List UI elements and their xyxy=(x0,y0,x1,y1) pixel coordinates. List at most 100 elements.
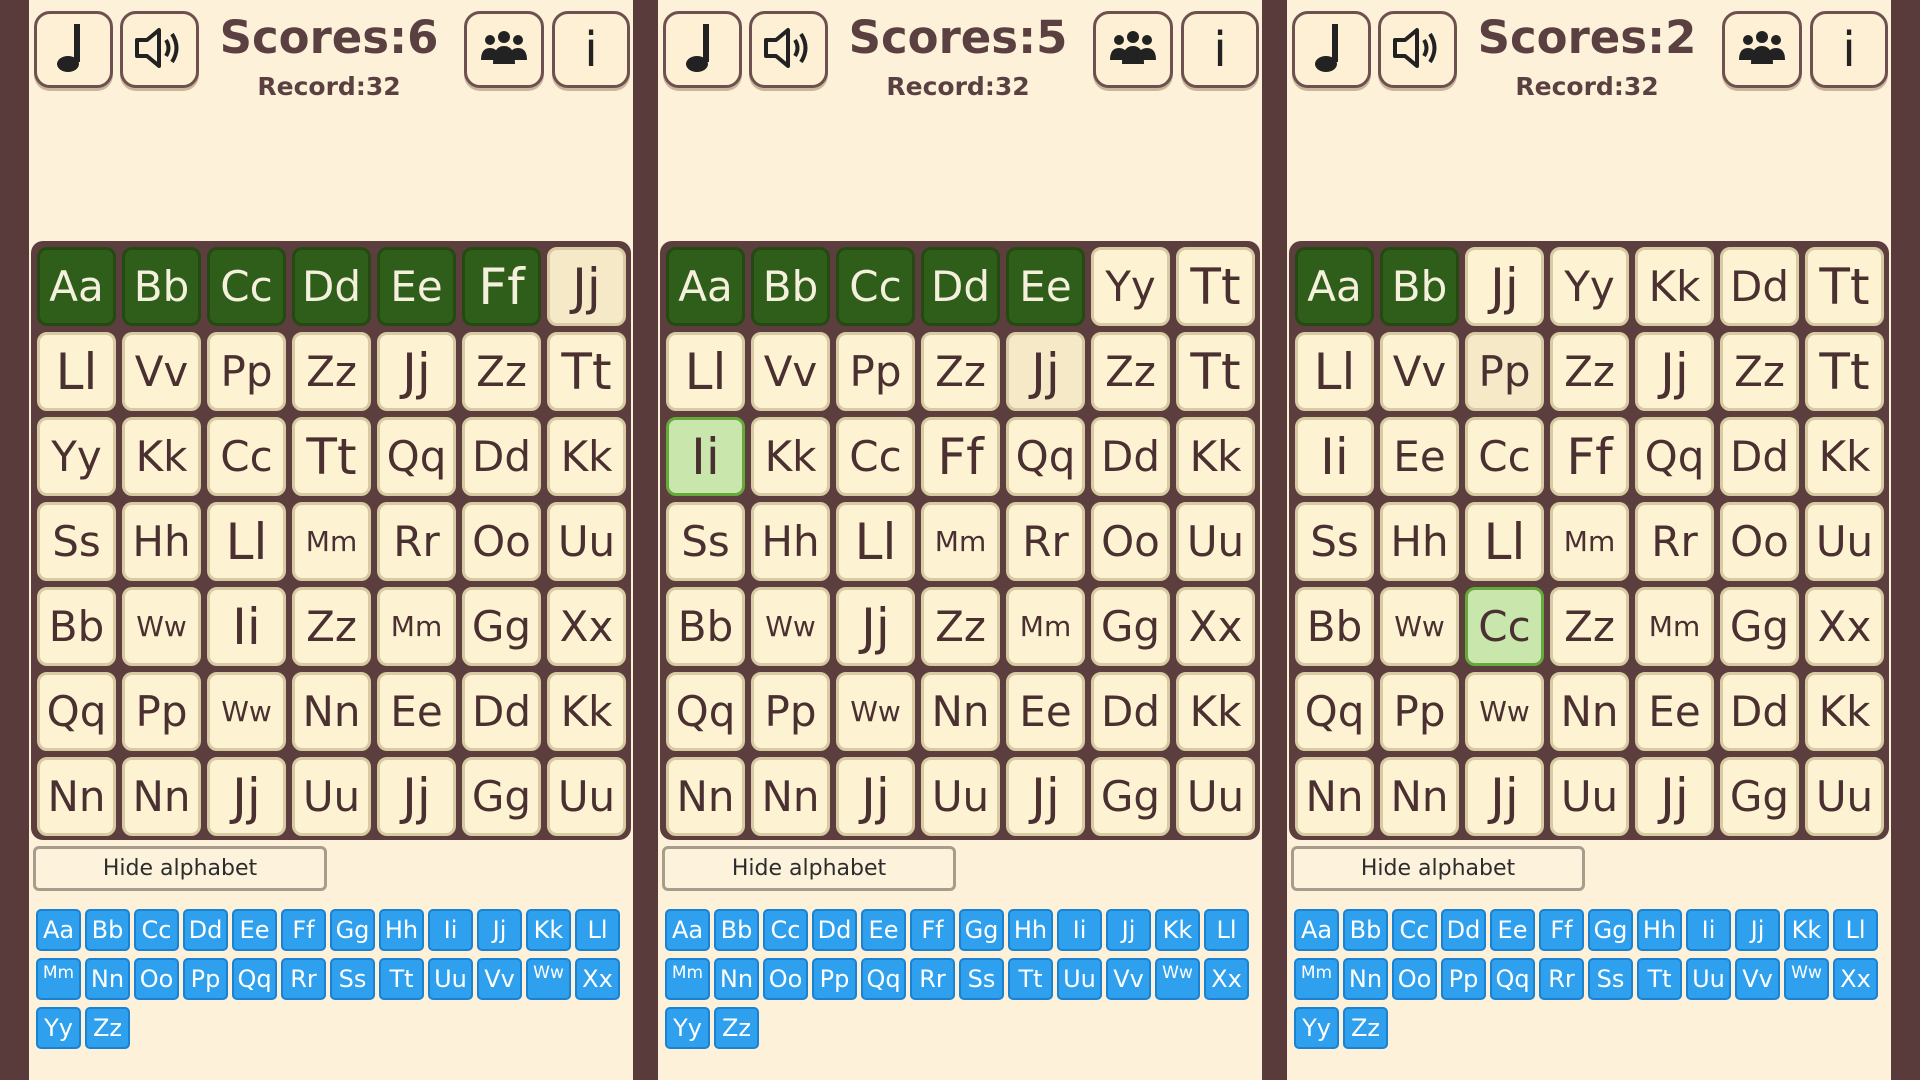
letter-tile[interactable]: Hh xyxy=(122,502,201,581)
letter-tile[interactable]: Nn xyxy=(37,757,116,836)
leaderboard-button[interactable] xyxy=(464,11,544,88)
letter-tile[interactable]: Ll xyxy=(836,502,915,581)
letter-tile[interactable]: Uu xyxy=(1805,757,1884,836)
music-button[interactable] xyxy=(663,11,742,88)
letter-tile[interactable]: Jj xyxy=(377,332,456,411)
letter-tile[interactable]: Pp xyxy=(1380,672,1459,751)
letter-tile[interactable]: Dd xyxy=(1720,247,1799,326)
alphabet-key[interactable]: Zz xyxy=(1343,1007,1388,1049)
alphabet-key[interactable]: Kk xyxy=(1784,909,1829,951)
alphabet-key[interactable]: Ss xyxy=(959,958,1004,1000)
alphabet-key[interactable]: Xx xyxy=(575,958,620,1000)
letter-tile[interactable]: Bb xyxy=(122,247,201,326)
letter-tile[interactable]: Dd xyxy=(921,247,1000,326)
alphabet-key[interactable]: Ll xyxy=(1833,909,1878,951)
alphabet-key[interactable]: Uu xyxy=(428,958,473,1000)
letter-tile[interactable]: Ff xyxy=(921,417,1000,496)
letter-tile[interactable]: Qq xyxy=(1295,672,1374,751)
letter-tile[interactable]: Zz xyxy=(292,587,371,666)
alphabet-key[interactable]: Ff xyxy=(281,909,326,951)
alphabet-key[interactable]: Hh xyxy=(379,909,424,951)
letter-tile[interactable]: Nn xyxy=(1550,672,1629,751)
alphabet-key[interactable]: Cc xyxy=(1392,909,1437,951)
letter-tile[interactable]: Ss xyxy=(666,502,745,581)
alphabet-key[interactable]: Tt xyxy=(1637,958,1682,1000)
letter-tile[interactable]: Xx xyxy=(1805,587,1884,666)
letter-tile[interactable]: Jj xyxy=(1635,332,1714,411)
alphabet-key[interactable]: Nn xyxy=(714,958,759,1000)
alphabet-key[interactable]: Jj xyxy=(1735,909,1780,951)
letter-tile[interactable]: Vv xyxy=(1380,332,1459,411)
letter-tile[interactable]: Ff xyxy=(462,247,541,326)
letter-tile[interactable]: Cc xyxy=(1465,417,1544,496)
letter-tile[interactable]: Uu xyxy=(1176,757,1255,836)
music-button[interactable] xyxy=(1292,11,1371,88)
letter-tile[interactable]: Mm xyxy=(292,502,371,581)
alphabet-key[interactable]: Ww xyxy=(1784,958,1829,1000)
letter-tile[interactable]: Jj xyxy=(547,247,626,326)
alphabet-key[interactable]: Xx xyxy=(1833,958,1878,1000)
alphabet-key[interactable]: Gg xyxy=(330,909,375,951)
letter-tile[interactable]: Yy xyxy=(37,417,116,496)
alphabet-key[interactable]: Yy xyxy=(665,1007,710,1049)
alphabet-key[interactable]: Ee xyxy=(861,909,906,951)
letter-tile[interactable]: Ll xyxy=(207,502,286,581)
letter-tile[interactable]: Mm xyxy=(1550,502,1629,581)
alphabet-key[interactable]: Aa xyxy=(1294,909,1339,951)
letter-tile[interactable]: Jj xyxy=(1635,757,1714,836)
letter-tile[interactable]: Kk xyxy=(751,417,830,496)
letter-tile[interactable]: Bb xyxy=(1380,247,1459,326)
alphabet-key[interactable]: Qq xyxy=(1490,958,1535,1000)
letter-tile[interactable]: Jj xyxy=(1006,332,1085,411)
letter-tile[interactable]: Ee xyxy=(1006,247,1085,326)
letter-tile[interactable]: Ll xyxy=(666,332,745,411)
alphabet-key[interactable]: Ee xyxy=(232,909,277,951)
alphabet-key[interactable]: Cc xyxy=(763,909,808,951)
letter-tile[interactable]: Jj xyxy=(1465,757,1544,836)
letter-tile[interactable]: Kk xyxy=(1176,672,1255,751)
alphabet-key[interactable]: Vv xyxy=(477,958,522,1000)
letter-tile[interactable]: Nn xyxy=(1295,757,1374,836)
letter-tile[interactable]: Zz xyxy=(921,587,1000,666)
alphabet-key[interactable]: Jj xyxy=(477,909,522,951)
alphabet-key[interactable]: Pp xyxy=(812,958,857,1000)
alphabet-key[interactable]: Ww xyxy=(1155,958,1200,1000)
alphabet-key[interactable]: Ff xyxy=(1539,909,1584,951)
letter-tile[interactable]: Yy xyxy=(1091,247,1170,326)
alphabet-key[interactable]: Yy xyxy=(1294,1007,1339,1049)
letter-tile[interactable]: Jj xyxy=(1465,247,1544,326)
letter-tile[interactable]: Bb xyxy=(751,247,830,326)
letter-tile[interactable]: Pp xyxy=(1465,332,1544,411)
alphabet-key[interactable]: Ll xyxy=(575,909,620,951)
letter-tile[interactable]: Dd xyxy=(1091,417,1170,496)
letter-tile[interactable]: Bb xyxy=(1295,587,1374,666)
alphabet-key[interactable]: Xx xyxy=(1204,958,1249,1000)
letter-tile[interactable]: Dd xyxy=(1091,672,1170,751)
alphabet-key[interactable]: Bb xyxy=(1343,909,1388,951)
alphabet-key[interactable]: Bb xyxy=(714,909,759,951)
letter-tile[interactable]: Jj xyxy=(207,757,286,836)
letter-tile[interactable]: Dd xyxy=(1720,672,1799,751)
letter-tile[interactable]: Nn xyxy=(921,672,1000,751)
letter-tile[interactable]: Ww xyxy=(207,672,286,751)
letter-tile[interactable]: Kk xyxy=(547,417,626,496)
alphabet-key[interactable]: Gg xyxy=(1588,909,1633,951)
letter-tile[interactable]: Bb xyxy=(37,587,116,666)
letter-tile[interactable]: Qq xyxy=(1635,417,1714,496)
letter-tile[interactable]: Mm xyxy=(377,587,456,666)
alphabet-key[interactable]: Nn xyxy=(85,958,130,1000)
letter-tile[interactable]: Zz xyxy=(462,332,541,411)
letter-tile[interactable]: Mm xyxy=(1006,587,1085,666)
letter-tile[interactable]: Ee xyxy=(1635,672,1714,751)
letter-tile[interactable]: Dd xyxy=(462,417,541,496)
alphabet-key[interactable]: Zz xyxy=(85,1007,130,1049)
alphabet-key[interactable]: Tt xyxy=(379,958,424,1000)
alphabet-key[interactable]: Yy xyxy=(36,1007,81,1049)
alphabet-key[interactable]: Aa xyxy=(665,909,710,951)
alphabet-key[interactable]: Kk xyxy=(1155,909,1200,951)
letter-tile[interactable]: Tt xyxy=(547,332,626,411)
letter-tile[interactable]: Uu xyxy=(547,502,626,581)
letter-tile[interactable]: Cc xyxy=(207,417,286,496)
letter-tile[interactable]: Rr xyxy=(1635,502,1714,581)
letter-tile[interactable]: Jj xyxy=(377,757,456,836)
